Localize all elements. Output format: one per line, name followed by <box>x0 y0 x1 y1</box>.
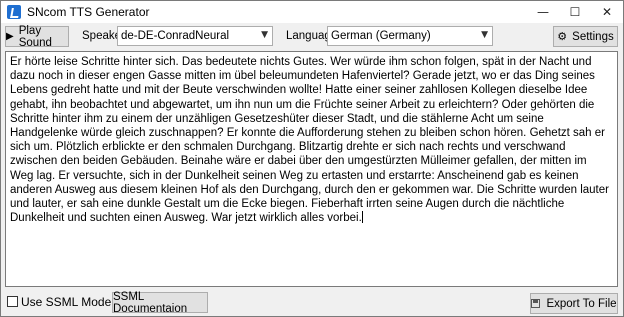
app-icon <box>7 5 21 19</box>
export-to-file-button[interactable]: Export To File <box>530 293 618 314</box>
text-caret <box>361 211 363 224</box>
save-icon <box>531 299 541 308</box>
speaker-select[interactable]: de-DE-ConradNeural ▼ <box>117 26 273 46</box>
ssml-mode-checkbox[interactable] <box>7 296 18 307</box>
gear-icon: ⚙ <box>557 30 568 43</box>
export-label: Export To File <box>546 297 617 310</box>
settings-button[interactable]: ⚙ Settings <box>553 26 618 47</box>
minimize-icon[interactable]: — <box>527 1 559 23</box>
language-select[interactable]: German (Germany) ▼ <box>327 26 493 46</box>
text-editor[interactable]: Er hörte leise Schritte hinter sich. Das… <box>5 51 618 287</box>
language-value: German (Germany) <box>331 30 431 42</box>
maximize-icon[interactable]: ☐ <box>559 1 591 23</box>
editor-text: Er hörte leise Schritte hinter sich. Das… <box>10 56 609 225</box>
window-controls: — ☐ ✕ <box>527 1 623 23</box>
app-window: SNcom TTS Generator — ☐ ✕ ▶ Play Sound S… <box>0 0 624 317</box>
ssml-mode-label: Use SSML Mode <box>21 295 112 309</box>
settings-label: Settings <box>572 30 614 43</box>
title-bar: SNcom TTS Generator — ☐ ✕ <box>1 1 623 23</box>
close-icon[interactable]: ✕ <box>591 1 623 23</box>
ssml-documentation-button[interactable]: SSML Documentaion <box>112 290 208 315</box>
chevron-down-icon: ▼ <box>481 30 488 40</box>
window-title: SNcom TTS Generator <box>27 5 150 19</box>
play-sound-button[interactable]: ▶ Play Sound <box>5 24 69 49</box>
chevron-down-icon: ▼ <box>261 30 268 40</box>
play-sound-label: Play Sound <box>18 24 52 49</box>
play-icon: ▶ <box>6 31 14 42</box>
ssml-documentation-label: SSML Documentaion <box>113 290 188 315</box>
speaker-value: de-DE-ConradNeural <box>121 30 230 42</box>
